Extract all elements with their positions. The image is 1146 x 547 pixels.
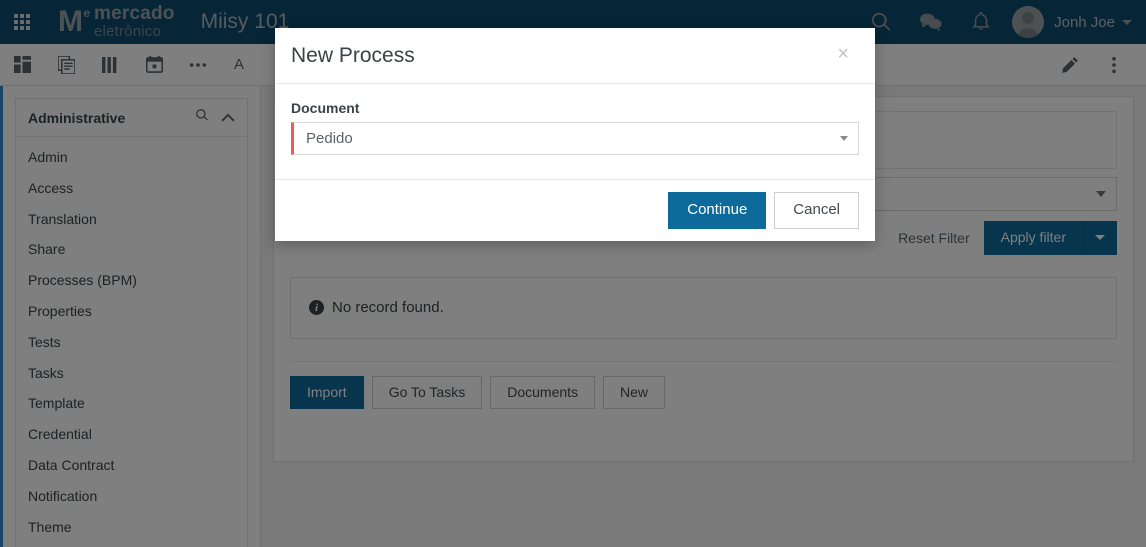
dialog-footer: Continue Cancel [275,179,875,241]
document-select-value: Pedido [306,130,353,147]
continue-button[interactable]: Continue [668,192,767,229]
document-field-label: Document [291,100,360,116]
close-icon[interactable]: × [831,44,855,64]
application-window: Me mercado eletrônico Miisy 101 [0,0,1146,547]
dialog-title: New Process [291,44,415,67]
cancel-button[interactable]: Cancel [774,192,859,229]
dialog-body: Document Pedido [275,84,875,179]
document-select[interactable]: Pedido [291,122,859,155]
dialog-header: New Process × [275,28,875,84]
new-process-dialog: New Process × Document Pedido Continue C… [275,28,875,241]
caret-down-icon [840,136,848,141]
